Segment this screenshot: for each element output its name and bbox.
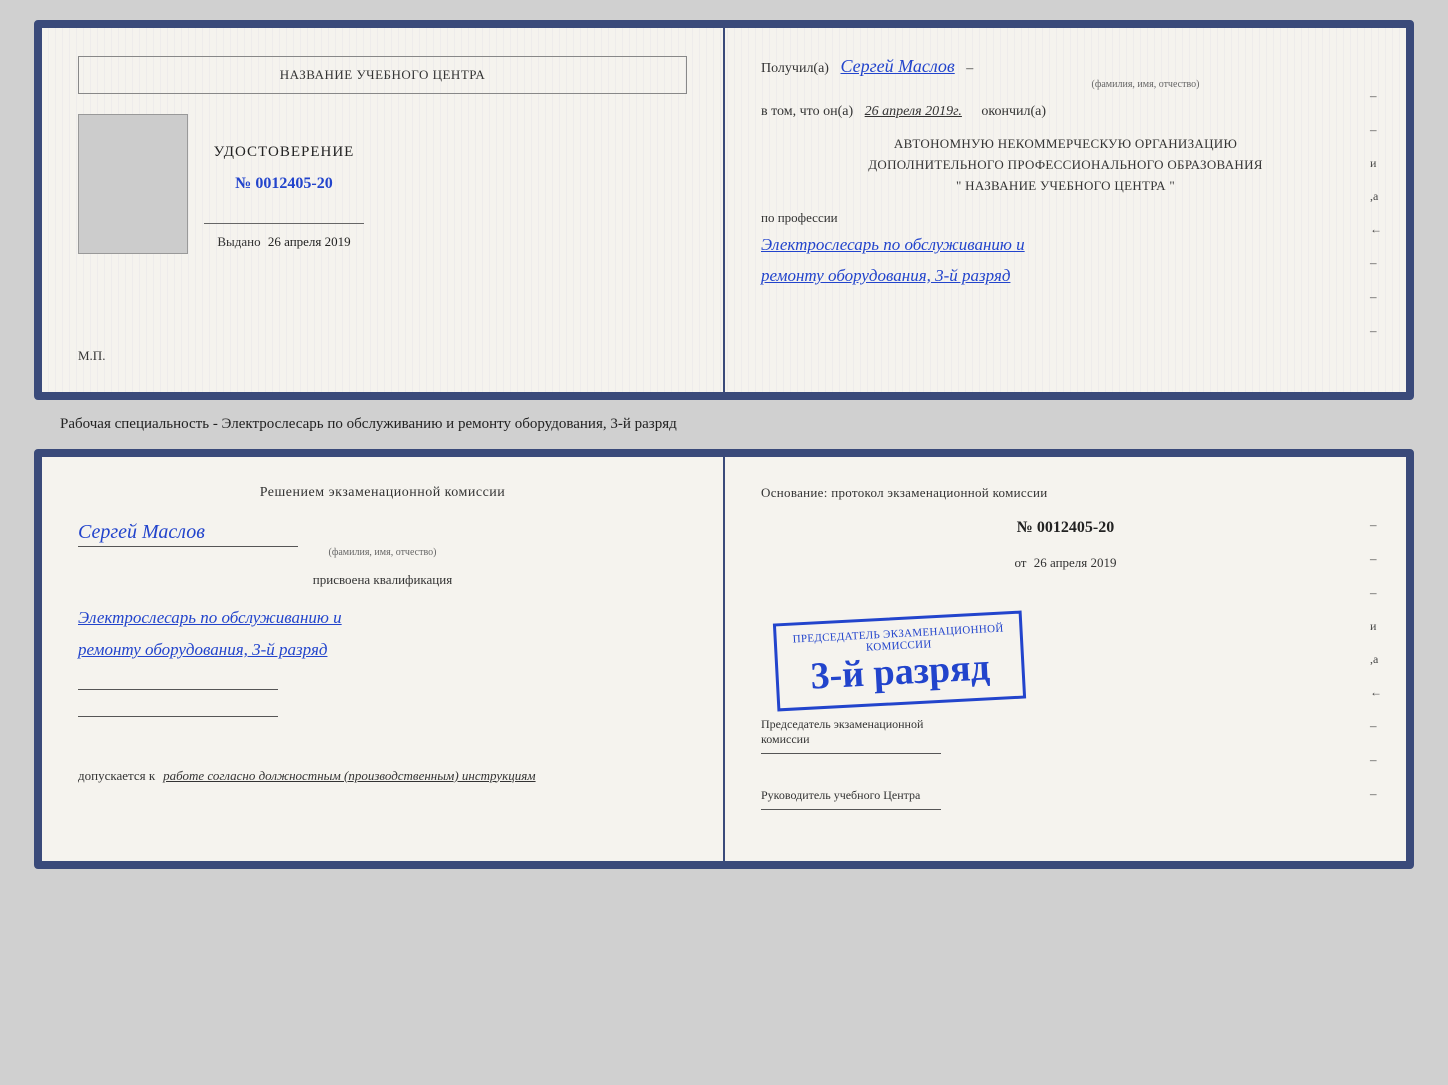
caption-text: Рабочая специальность - Электрослесарь п… xyxy=(20,416,1400,433)
qual-name: Сергей Маслов xyxy=(78,521,687,544)
ot-date-value: 26 апреля 2019 xyxy=(1034,555,1117,570)
protocol-number: № 0012405-20 xyxy=(761,519,1370,537)
udostoverenie-section: УДОСТОВЕРЕНИЕ № 0012405-20 Выдано 26 апр… xyxy=(204,114,364,250)
dopusk-text: работе согласно должностным (производств… xyxy=(163,768,535,783)
vydano-date-value: 26 апреля 2019 xyxy=(268,234,351,249)
cert1-left-panel: НАЗВАНИЕ УЧЕБНОГО ЦЕНТРА УДОСТОВЕРЕНИЕ №… xyxy=(42,28,725,392)
mp-label: М.П. xyxy=(78,348,105,364)
okончил: окончил(а) xyxy=(981,104,1046,119)
po-professii-label: по профессии xyxy=(761,210,1370,226)
dopuskaetsya-section: допускается к работе согласно должностны… xyxy=(78,747,687,785)
ot-date: от 26 апреля 2019 xyxy=(761,555,1370,571)
org-text: АВТОНОМНУЮ НЕКОММЕРЧЕСКУЮ ОРГАНИЗАЦИЮ ДО… xyxy=(761,134,1370,196)
predsedatel-area: Председатель экзаменационной комиссии xyxy=(761,709,1370,754)
certificate-1: НАЗВАНИЕ УЧЕБНОГО ЦЕНТРА УДОСТОВЕРЕНИЕ №… xyxy=(34,20,1414,400)
vydano-label: Выдано xyxy=(217,234,260,249)
udostoverenie-title: УДОСТОВЕРЕНИЕ xyxy=(214,144,355,161)
cert2-left-panel: Решением экзаменационной комиссии Сергей… xyxy=(42,457,725,861)
vtom-date: 26 апреля 2019г. xyxy=(865,104,962,119)
certificate-2: Решением экзаменационной комиссии Сергей… xyxy=(34,449,1414,869)
side-dashes-cert1: –– и ,а ← ––– xyxy=(1370,88,1382,339)
vtom-prefix: в том, что он(а) xyxy=(761,104,853,119)
resheniem-title: Решением экзаменационной комиссии xyxy=(78,485,687,501)
side-dashes-cert2: ––– и ,а ← ––– xyxy=(1370,517,1382,802)
qual-profession-line1: Электрослесарь по обслуживанию и xyxy=(78,602,687,634)
udostoverenie-number: № 0012405-20 xyxy=(235,175,332,193)
qual-profession-line2: ремонту оборудования, 3-й разряд xyxy=(78,634,687,666)
profession-section: по профессии Электрослесарь по обслужива… xyxy=(761,210,1370,291)
stamp-box: Председатель экзаменационной комиссии 3-… xyxy=(773,611,1026,712)
received-label: Получил(а) xyxy=(761,61,829,76)
dash-after-name: – xyxy=(966,61,973,76)
predsedatel-text: Председатель экзаменационной комиссии xyxy=(761,717,1370,747)
prisvoena-text: присвоена квалификация xyxy=(78,572,687,588)
cert2-right-panel: Основание: протокол экзаменационной коми… xyxy=(725,457,1406,861)
dopusk-label: допускается к xyxy=(78,768,155,783)
vydano-section: Выдано 26 апреля 2019 xyxy=(217,234,350,250)
rukovoditel-text: Руководитель учебного Центра xyxy=(761,788,1370,803)
received-name: Сергей Маслов xyxy=(840,56,954,76)
fio-label-cert1: (фамилия, имя, отчество) xyxy=(921,79,1370,90)
osnovanie-text: Основание: протокол экзаменационной коми… xyxy=(761,485,1370,501)
qual-profession: Электрослесарь по обслуживанию и ремонту… xyxy=(78,602,687,667)
profession-line2: ремонту оборудования, 3-й разряд xyxy=(761,261,1370,292)
rukovoditel-area: Руководитель учебного Центра xyxy=(761,772,1370,810)
profession-line1: Электрослесарь по обслуживанию и xyxy=(761,230,1370,261)
cert1-middle: УДОСТОВЕРЕНИЕ № 0012405-20 Выдано 26 апр… xyxy=(78,114,687,254)
cert1-right-panel: Получил(а) Сергей Маслов – (фамилия, имя… xyxy=(725,28,1406,392)
vtom-section: в том, что он(а) 26 апреля 2019г. окончи… xyxy=(761,104,1370,120)
qual-name-section: Сергей Маслов (фамилия, имя, отчество) xyxy=(78,515,687,558)
photo-placeholder xyxy=(78,114,188,254)
center-name-box: НАЗВАНИЕ УЧЕБНОГО ЦЕНТРА xyxy=(78,56,687,94)
stamp-big-text: 3-й разряд xyxy=(794,646,1007,699)
qual-fio-label: (фамилия, имя, отчество) xyxy=(78,547,687,558)
received-section: Получил(а) Сергей Маслов – (фамилия, имя… xyxy=(761,56,1370,90)
ot-label: от xyxy=(1014,555,1026,570)
